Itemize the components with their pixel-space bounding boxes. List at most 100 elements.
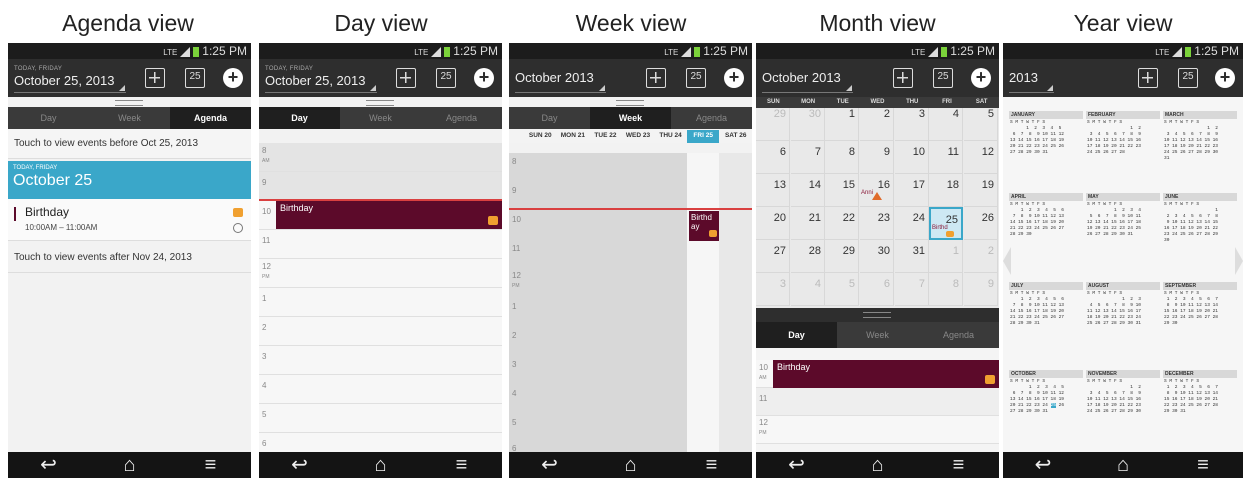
day-cell[interactable]: 1 bbox=[929, 240, 963, 273]
agenda-before-link[interactable]: Touch to view events before Oct 25, 2013 bbox=[8, 129, 251, 159]
view-grid-icon[interactable] bbox=[893, 68, 913, 88]
day-cell[interactable]: 29 bbox=[825, 240, 859, 273]
day-grid[interactable]: 8 AM 9 10 11 12 PM 1 2 3 4 5 6 Birthday bbox=[259, 143, 502, 462]
day-cell[interactable]: 29 bbox=[756, 108, 790, 141]
day-cell-anniversary[interactable]: 16 Anni bbox=[860, 174, 894, 207]
add-event-icon[interactable]: + bbox=[1215, 68, 1235, 88]
day-cell[interactable]: 5 bbox=[825, 273, 859, 306]
day-cell[interactable]: 12 bbox=[964, 141, 998, 174]
day-cell[interactable]: 8 bbox=[929, 273, 963, 306]
back-icon[interactable]: ↩ bbox=[535, 452, 565, 478]
date-selector[interactable]: TODAY, FRIDAY October 25, 2013 bbox=[14, 65, 127, 93]
day-cell[interactable]: 14 bbox=[791, 174, 825, 207]
home-icon[interactable]: ⌂ bbox=[863, 452, 893, 478]
drag-handle[interactable] bbox=[616, 100, 644, 106]
tab-day[interactable]: Day bbox=[8, 107, 89, 129]
add-event-icon[interactable]: + bbox=[724, 68, 744, 88]
drag-handle[interactable] bbox=[115, 100, 143, 106]
day-cell[interactable]: 19 bbox=[964, 174, 998, 207]
home-icon[interactable]: ⌂ bbox=[616, 452, 646, 478]
day-cell[interactable]: 9 bbox=[860, 141, 894, 174]
home-icon[interactable]: ⌂ bbox=[115, 452, 145, 478]
day-cell[interactable]: 23 bbox=[860, 207, 894, 240]
view-grid-icon[interactable] bbox=[145, 68, 165, 88]
home-icon[interactable]: ⌂ bbox=[1108, 452, 1138, 478]
menu-icon[interactable]: ≡ bbox=[196, 452, 226, 478]
date-selector[interactable]: October 2013 bbox=[515, 65, 606, 93]
add-event-icon[interactable]: + bbox=[474, 68, 494, 88]
agenda-after-link[interactable]: Touch to view events after Nov 24, 2013 bbox=[8, 243, 251, 273]
today-calendar-icon[interactable]: 25 bbox=[185, 68, 205, 88]
year-month[interactable]: JANUARY S M T W T F S 1 2 3 4 5 6 7 8 9 1… bbox=[1009, 111, 1083, 157]
day-cell[interactable]: 10 bbox=[895, 141, 929, 174]
menu-icon[interactable]: ≡ bbox=[447, 452, 477, 478]
week-grid[interactable]: 8 9 10 11 12 PM 1 2 3 4 5 6 Birthd ay bbox=[509, 153, 752, 453]
day-cell[interactable]: 4 bbox=[791, 273, 825, 306]
back-icon[interactable]: ↩ bbox=[782, 452, 812, 478]
date-selector[interactable]: 2013 bbox=[1009, 65, 1054, 93]
agenda-event[interactable]: Birthday 10:00AM – 11:00AM bbox=[8, 199, 251, 241]
week-day-label[interactable]: THU 24 bbox=[654, 129, 687, 143]
drag-handle[interactable] bbox=[366, 100, 394, 106]
view-grid-icon[interactable] bbox=[1138, 68, 1158, 88]
back-icon[interactable]: ↩ bbox=[285, 452, 315, 478]
today-calendar-icon[interactable]: 25 bbox=[933, 68, 953, 88]
tab-week[interactable]: Week bbox=[89, 107, 170, 129]
tab-agenda[interactable]: Agenda bbox=[918, 322, 999, 348]
year-month[interactable]: MARCH S M T W T F S 1 2 3 4 5 6 7 8 9 10 … bbox=[1163, 111, 1237, 163]
day-cell[interactable]: 30 bbox=[860, 240, 894, 273]
menu-icon[interactable]: ≡ bbox=[697, 452, 727, 478]
week-day-label[interactable]: SUN 20 bbox=[524, 129, 557, 143]
day-cell[interactable]: 22 bbox=[825, 207, 859, 240]
day-cell[interactable]: 30 bbox=[791, 108, 825, 141]
drag-handle[interactable] bbox=[863, 312, 891, 318]
week-day-label[interactable]: WED 23 bbox=[622, 129, 655, 143]
day-cell[interactable]: 6 bbox=[860, 273, 894, 306]
day-cell[interactable]: 24 bbox=[895, 207, 929, 240]
day-cell[interactable]: 2 bbox=[860, 108, 894, 141]
date-selector[interactable]: October 2013 bbox=[762, 65, 853, 93]
day-cell[interactable]: 20 bbox=[756, 207, 790, 240]
split-handle-bar[interactable] bbox=[756, 308, 999, 322]
week-day-label[interactable]: SAT 26 bbox=[719, 129, 752, 143]
menu-icon[interactable]: ≡ bbox=[944, 452, 974, 478]
day-cell[interactable]: 4 bbox=[929, 108, 963, 141]
view-grid-icon[interactable] bbox=[396, 68, 416, 88]
prev-arrow-icon[interactable] bbox=[1003, 247, 1011, 275]
year-month[interactable]: APRIL S M T W T F S 1 2 3 4 5 6 7 8 9 10 … bbox=[1009, 193, 1083, 239]
month-day-event-birthday[interactable]: Birthday bbox=[773, 360, 999, 388]
day-cell[interactable]: 3 bbox=[756, 273, 790, 306]
week-day-label-today[interactable]: FRI 25 bbox=[686, 130, 720, 143]
day-cell[interactable]: 31 bbox=[895, 240, 929, 273]
day-cell[interactable]: 6 bbox=[756, 141, 790, 174]
day-cell[interactable]: 15 bbox=[825, 174, 859, 207]
tab-agenda[interactable]: Agenda bbox=[170, 107, 251, 129]
add-event-icon[interactable]: + bbox=[971, 68, 991, 88]
day-cell[interactable]: 3 bbox=[895, 108, 929, 141]
day-cell[interactable]: 2 bbox=[964, 240, 998, 273]
week-event-birthday[interactable]: Birthd ay bbox=[689, 211, 719, 241]
tab-day[interactable]: Day bbox=[259, 107, 340, 129]
day-cell[interactable]: 21 bbox=[791, 207, 825, 240]
day-cell-today[interactable]: 25 Birthd bbox=[929, 207, 963, 240]
year-month[interactable]: SEPTEMBER S M T W T F S 1 2 3 4 5 6 7 8 9… bbox=[1163, 282, 1237, 328]
day-cell[interactable]: 7 bbox=[895, 273, 929, 306]
view-grid-icon[interactable] bbox=[646, 68, 666, 88]
day-cell[interactable]: 9 bbox=[964, 273, 998, 306]
day-cell[interactable]: 7 bbox=[791, 141, 825, 174]
week-day-label[interactable]: MON 21 bbox=[557, 129, 590, 143]
day-cell[interactable]: 27 bbox=[756, 240, 790, 273]
today-calendar-icon[interactable]: 25 bbox=[436, 68, 456, 88]
day-cell[interactable]: 1 bbox=[825, 108, 859, 141]
day-cell[interactable]: 26 bbox=[964, 207, 998, 240]
day-event-birthday[interactable]: Birthday bbox=[276, 201, 502, 229]
day-cell[interactable]: 18 bbox=[929, 174, 963, 207]
week-day-label[interactable]: TUE 22 bbox=[589, 129, 622, 143]
date-selector[interactable]: TODAY, FRIDAY October 25, 2013 bbox=[265, 65, 378, 93]
next-arrow-icon[interactable] bbox=[1235, 247, 1243, 275]
add-event-icon[interactable]: + bbox=[223, 68, 243, 88]
tab-day[interactable]: Day bbox=[756, 322, 837, 348]
tab-agenda[interactable]: Agenda bbox=[421, 107, 502, 129]
today-calendar-icon[interactable]: 25 bbox=[1178, 68, 1198, 88]
today-calendar-icon[interactable]: 25 bbox=[686, 68, 706, 88]
